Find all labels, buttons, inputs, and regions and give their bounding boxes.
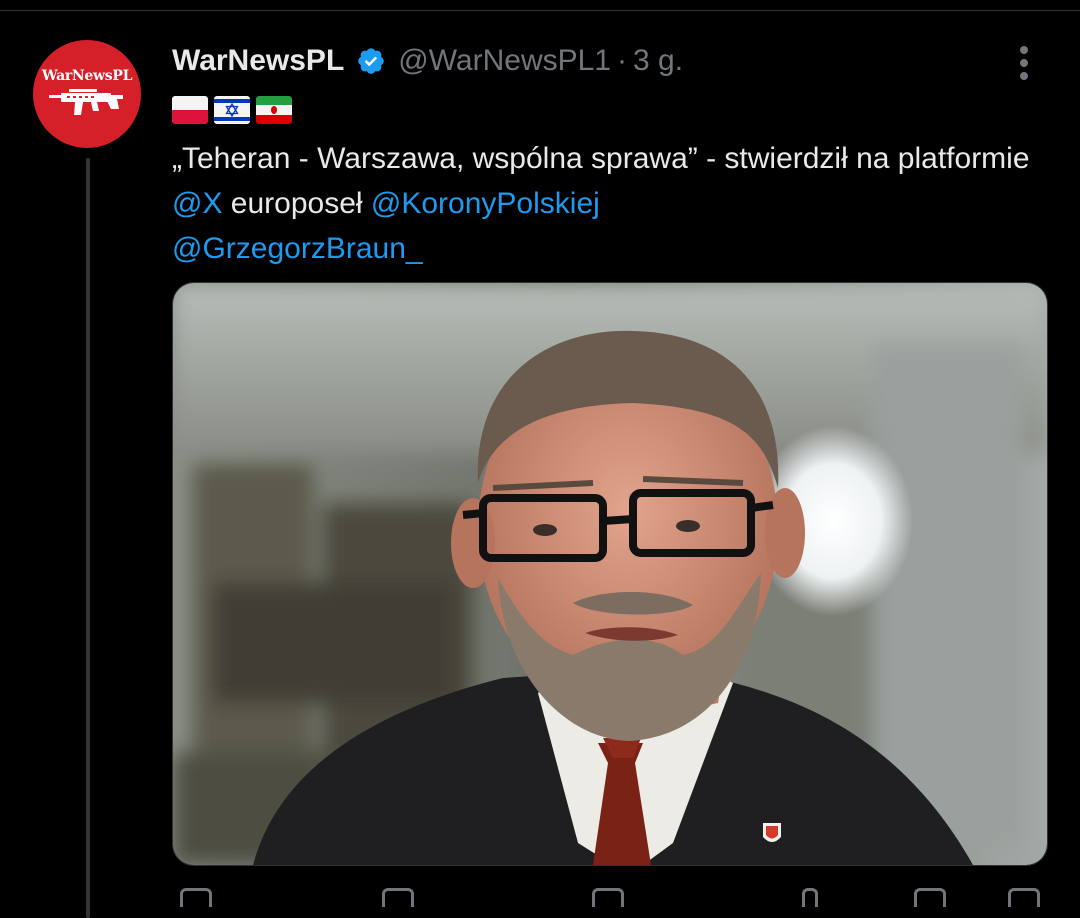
retweet-icon[interactable] (382, 888, 414, 907)
mention-x[interactable]: @X (172, 187, 222, 220)
tweet-header: WarNewsPL @WarNewsPL1 · 3 g. (172, 38, 683, 84)
more-options-icon[interactable] (1012, 44, 1036, 84)
verified-badge-icon[interactable] (356, 46, 386, 76)
bookmark-icon[interactable] (914, 888, 946, 907)
like-icon[interactable] (592, 888, 624, 907)
israel-flag-icon (214, 96, 250, 124)
flag-emojis (172, 96, 292, 124)
tweet-text-part1: „Teheran - Warszawa, wspólna sprawa” - s… (172, 142, 1030, 175)
rifle-logo-icon (49, 89, 123, 115)
iran-flag-icon (256, 96, 292, 124)
tweet-action-bar (172, 884, 1046, 907)
poland-flag-icon (172, 96, 208, 124)
tweet-media-image[interactable] (172, 282, 1048, 866)
thread-line (86, 158, 90, 918)
author-handle[interactable]: @WarNewsPL1 (398, 44, 611, 78)
views-icon[interactable] (802, 888, 818, 907)
top-divider (0, 10, 1080, 11)
mention-korony-polskiej[interactable]: @KoronyPolskiej (371, 187, 600, 220)
reply-icon[interactable] (180, 888, 212, 907)
tweet-text-part2: europoseł (222, 187, 371, 220)
avatar-logo-text: WarNewsPL (41, 68, 133, 84)
mention-grzegorz-braun[interactable]: @GrzegorzBraun_ (172, 232, 423, 265)
avatar[interactable]: WarNewsPL (33, 40, 141, 148)
author-name[interactable]: WarNewsPL (172, 44, 344, 78)
tweet-text: „Teheran - Warszawa, wspólna sprawa” - s… (172, 136, 1032, 271)
share-icon[interactable] (1008, 888, 1040, 907)
tweet-timestamp[interactable]: 3 g. (633, 44, 683, 78)
separator-dot: · (617, 44, 627, 77)
